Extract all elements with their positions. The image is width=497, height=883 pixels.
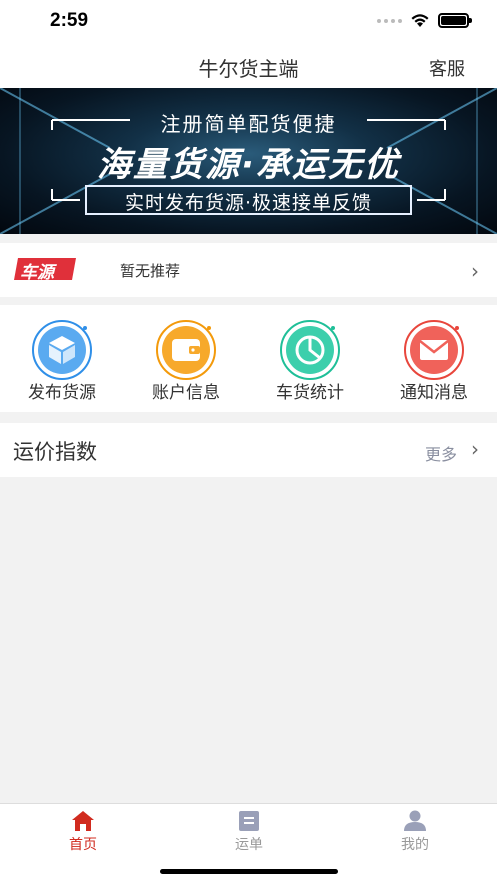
- page-title: 牛尔货主端: [198, 57, 299, 81]
- freight-index-more-link[interactable]: 更多: [425, 441, 457, 465]
- banner-tagline: 实时发布货源·极速接单反馈: [124, 192, 373, 214]
- tab-waybill-label: 运单: [235, 837, 263, 853]
- chevron-right-icon[interactable]: ›: [471, 259, 479, 283]
- cargo-stats-button[interactable]: 车货统计: [248, 305, 372, 412]
- freight-index-content: [0, 477, 497, 803]
- tab-mine[interactable]: 我的: [332, 804, 497, 864]
- freight-index-header: 运价指数 更多 ›: [0, 423, 497, 477]
- customer-service-button[interactable]: 客服: [429, 55, 465, 81]
- nav-bar: 牛尔货主端 客服: [0, 46, 497, 88]
- wallet-icon: [156, 320, 216, 380]
- status-icons: [377, 13, 472, 28]
- user-icon: [404, 810, 426, 831]
- tab-home[interactable]: 首页: [0, 804, 166, 864]
- banner-headline: 海量货源·承运无优: [97, 145, 400, 185]
- notifications-button[interactable]: 通知消息: [372, 305, 496, 412]
- notifications-label: 通知消息: [400, 383, 468, 403]
- freight-index-title: 运价指数: [13, 440, 97, 464]
- status-bar: 2:59: [0, 0, 497, 46]
- home-icon: [72, 811, 94, 831]
- waybill-icon: [239, 811, 259, 831]
- account-info-label: 账户信息: [152, 383, 220, 403]
- mail-icon: [404, 320, 464, 380]
- chevron-right-icon[interactable]: ›: [471, 437, 479, 461]
- promo-banner[interactable]: 注册简单配货便捷 海量货源·承运无优 实时发布货源·极速接单反馈: [0, 88, 497, 234]
- cube-icon: [32, 320, 92, 380]
- quick-menu: 发布货源 账户信息 车货统计 通知消息: [0, 305, 497, 412]
- pie-chart-icon: [280, 320, 340, 380]
- home-indicator[interactable]: [160, 869, 338, 874]
- banner-subtitle: 注册简单配货便捷: [160, 112, 337, 136]
- car-source-badge: 车源: [20, 263, 54, 283]
- status-time: 2:59: [50, 10, 89, 31]
- tab-waybill[interactable]: 运单: [166, 804, 332, 864]
- publish-cargo-label: 发布货源: [28, 383, 96, 403]
- publish-cargo-button[interactable]: 发布货源: [0, 305, 124, 412]
- wifi-icon: [411, 14, 429, 27]
- tab-home-label: 首页: [69, 837, 97, 853]
- signal-icon: [377, 18, 402, 23]
- account-info-button[interactable]: 账户信息: [124, 305, 248, 412]
- car-source-row[interactable]: 车源 暂无推荐 ›: [0, 243, 497, 297]
- car-source-text: 暂无推荐: [120, 262, 181, 280]
- battery-icon: [438, 13, 472, 28]
- cargo-stats-label: 车货统计: [276, 383, 344, 403]
- tab-mine-label: 我的: [401, 837, 429, 853]
